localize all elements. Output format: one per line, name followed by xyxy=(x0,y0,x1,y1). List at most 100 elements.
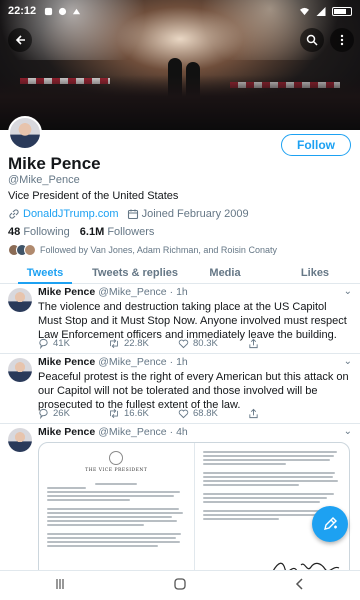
following-count[interactable]: 48 Following xyxy=(8,226,70,238)
reply-button[interactable]: 26K xyxy=(38,408,108,419)
tab-tweets[interactable]: Tweets xyxy=(0,262,90,284)
tab-tweets-replies[interactable]: Tweets & replies xyxy=(90,262,180,283)
tweet-time: · 1h xyxy=(169,286,188,298)
back-nav-button[interactable] xyxy=(280,578,320,593)
profile-avatar[interactable] xyxy=(8,116,42,150)
tweet-author-name: Mike Pence xyxy=(38,426,96,438)
profile-handle: @Mike_Pence xyxy=(8,174,80,186)
tweet-author-handle: @Mike_Pence xyxy=(98,286,167,298)
more-options-button[interactable] xyxy=(330,28,354,52)
share-icon xyxy=(249,338,258,349)
retweet-count: 22.8K xyxy=(124,338,149,349)
compose-tweet-button[interactable] xyxy=(312,506,348,542)
tweet-time: · 4h xyxy=(169,426,188,438)
like-count: 68.8K xyxy=(193,408,218,419)
retweet-button[interactable]: 16.6K xyxy=(108,408,178,419)
profile-bio: Vice President of the United States xyxy=(8,190,179,202)
followed-by[interactable]: Followed by Van Jones, Adam Richman, and… xyxy=(8,244,277,256)
android-nav-bar xyxy=(0,570,360,600)
tweet-avatar[interactable] xyxy=(8,428,32,452)
profile-counts: 48 Following 6.1M Followers xyxy=(8,226,154,238)
like-button[interactable]: 68.8K xyxy=(178,408,248,419)
status-time: 22:12 xyxy=(8,5,37,17)
tweet-text: Peaceful protest is the right of every A… xyxy=(38,371,349,411)
follower-avatar xyxy=(24,244,36,256)
tab-likes[interactable]: Likes xyxy=(270,262,360,283)
retweet-icon xyxy=(110,338,118,349)
website-link[interactable]: DonaldJTrump.com xyxy=(23,208,119,220)
heart-icon xyxy=(178,339,189,349)
share-button[interactable] xyxy=(248,408,318,419)
recent-apps-icon xyxy=(56,579,64,589)
notification-icons xyxy=(44,7,81,16)
followers-count[interactable]: 6.1M Followers xyxy=(80,226,155,238)
vp-seal-icon xyxy=(109,451,124,465)
recent-apps-button[interactable] xyxy=(40,578,80,593)
tweet-header: Mike Pence @Mike_Pence · 1h xyxy=(38,356,188,368)
battery-icon xyxy=(332,6,352,16)
joined-date: Joined February 2009 xyxy=(141,208,249,220)
tweet[interactable]: Mike Pence @Mike_Pence · 1h ⌄ Peaceful p… xyxy=(0,354,360,424)
more-vertical-icon xyxy=(340,34,344,46)
tweet-time: · 1h xyxy=(169,356,188,368)
reply-count: 26K xyxy=(53,408,70,419)
reply-button[interactable]: 41K xyxy=(38,338,108,349)
profile-meta: DonaldJTrump.com Joined February 2009 xyxy=(8,208,249,220)
followed-by-text: Followed by Van Jones, Adam Richman, and… xyxy=(40,245,277,255)
like-count: 80.3K xyxy=(193,338,218,349)
tweet-avatar[interactable] xyxy=(8,288,32,312)
status-bar: 22:12 xyxy=(0,0,360,22)
wifi-icon xyxy=(300,7,309,15)
followers-label: Followers xyxy=(107,226,155,238)
tweet-actions: 26K 16.6K 68.8K xyxy=(38,408,338,419)
follow-button[interactable]: Follow xyxy=(281,134,351,156)
retweet-count: 16.6K xyxy=(124,408,149,419)
tab-media[interactable]: Media xyxy=(180,262,270,283)
reply-icon xyxy=(39,338,48,349)
notification-icon xyxy=(59,7,67,15)
chevron-down-icon[interactable]: ⌄ xyxy=(344,286,352,297)
search-icon xyxy=(306,34,318,46)
calendar-icon xyxy=(127,209,138,220)
profile-website[interactable]: DonaldJTrump.com xyxy=(8,208,119,220)
reply-icon xyxy=(39,408,48,419)
chevron-left-icon xyxy=(295,578,303,590)
compose-icon xyxy=(324,517,337,530)
search-button[interactable] xyxy=(300,28,324,52)
retweet-icon xyxy=(110,408,118,419)
profile-tabs: Tweets Tweets & replies Media Likes xyxy=(0,262,360,284)
tweet-letter-image[interactable]: THE VICE PRESIDENT xyxy=(38,442,350,584)
tweet[interactable]: Mike Pence @Mike_Pence · 1h ⌄ The violen… xyxy=(0,284,360,354)
reply-count: 41K xyxy=(53,338,70,349)
notification-icon xyxy=(73,8,81,14)
retweet-button[interactable]: 22.8K xyxy=(108,338,178,349)
tweet-avatar[interactable] xyxy=(8,358,32,382)
banner-crowd xyxy=(0,75,360,130)
tweet-header: Mike Pence @Mike_Pence · 1h xyxy=(38,286,188,298)
tweet-author-handle: @Mike_Pence xyxy=(98,356,167,368)
signal-icon xyxy=(316,6,326,16)
share-button[interactable] xyxy=(248,338,318,349)
link-icon xyxy=(9,209,19,219)
arrow-left-icon xyxy=(15,35,25,45)
share-icon xyxy=(249,408,258,419)
tweet-actions: 41K 22.8K 80.3K xyxy=(38,338,338,349)
following-label: Following xyxy=(23,226,70,238)
home-button[interactable] xyxy=(160,577,200,594)
letter-page-1: THE VICE PRESIDENT xyxy=(39,443,194,583)
tweet-author-name: Mike Pence xyxy=(38,356,96,368)
tweet-header: Mike Pence @Mike_Pence · 4h xyxy=(38,426,188,438)
chevron-down-icon[interactable]: ⌄ xyxy=(344,356,352,367)
profile-joined: Joined February 2009 xyxy=(127,208,249,220)
back-button[interactable] xyxy=(8,28,32,52)
tweet-author-name: Mike Pence xyxy=(38,286,96,298)
tweet[interactable]: Mike Pence @Mike_Pence · 4h ⌄ THE VICE P… xyxy=(0,424,360,584)
home-icon xyxy=(174,578,186,590)
following-number: 48 xyxy=(8,226,21,238)
tweet-author-handle: @Mike_Pence xyxy=(98,426,167,438)
chevron-down-icon[interactable]: ⌄ xyxy=(344,426,352,437)
followers-number: 6.1M xyxy=(79,226,105,238)
status-right xyxy=(299,6,352,16)
profile-name: Mike Pence xyxy=(8,154,101,173)
like-button[interactable]: 80.3K xyxy=(178,338,248,349)
